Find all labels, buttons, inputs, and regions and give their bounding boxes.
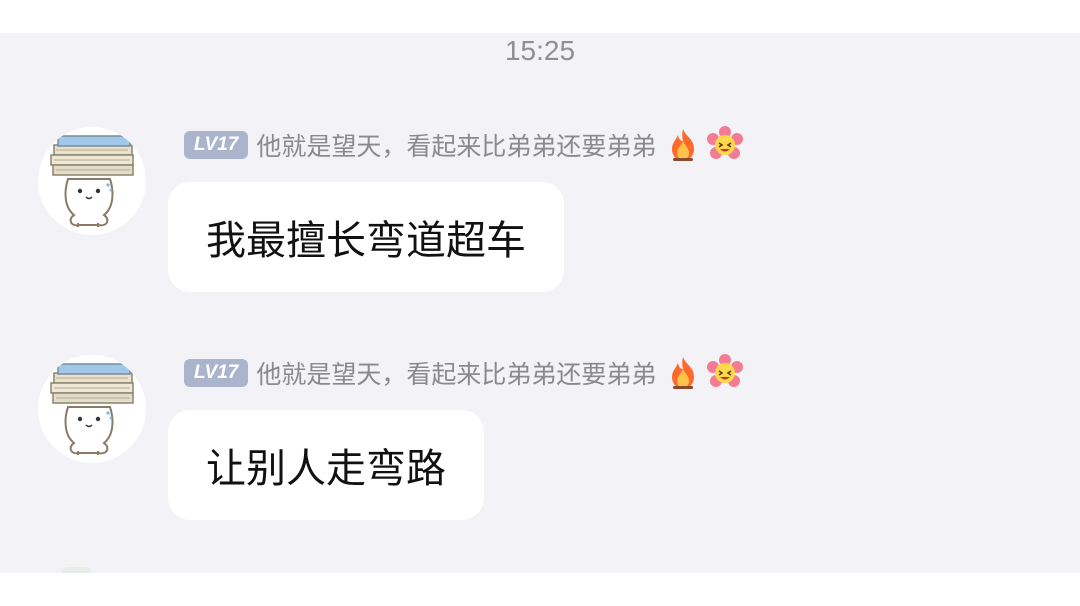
avatar[interactable] <box>38 127 146 235</box>
chat-message: LV17 他就是望天，看起来比弟弟还要弟弟 <box>0 126 1080 327</box>
flame-icon <box>672 129 695 161</box>
avatar-character-icon <box>38 127 146 235</box>
message-bubble[interactable]: 让别人走弯路 <box>168 410 484 520</box>
level-badge: LV17 <box>184 359 249 387</box>
message-bubble[interactable]: 我最擅长弯道超车 <box>168 182 564 292</box>
message-text: 我最擅长弯道超车 <box>206 218 526 264</box>
chat-message: LV17 他就是望天，看起来比弟弟还要弟弟 <box>0 354 1080 555</box>
message-text: 让别人走弯路 <box>206 446 446 492</box>
level-badge: LV17 <box>184 131 249 159</box>
flower-emoji-icon <box>707 354 744 387</box>
message-timestamp: 15:25 <box>504 35 576 66</box>
sender-name[interactable]: 他就是望天，看起来比弟弟还要弟弟 <box>256 355 656 391</box>
avatar[interactable] <box>38 355 146 463</box>
chat-area[interactable]: 15:25 LV17 他就是望天，看起来比弟弟还要弟弟 我最擅长弯道超车 LV1… <box>0 33 1080 573</box>
sender-row: LV17 他就是望天，看起来比弟弟还要弟弟 <box>184 126 744 163</box>
avatar-character-icon <box>38 355 146 463</box>
flower-emoji-icon <box>707 126 744 159</box>
flame-icon <box>672 357 695 389</box>
sender-row: LV17 他就是望天，看起来比弟弟还要弟弟 <box>184 354 744 391</box>
sender-name[interactable]: 他就是望天，看起来比弟弟还要弟弟 <box>256 127 656 163</box>
next-avatar-peek <box>62 567 92 573</box>
